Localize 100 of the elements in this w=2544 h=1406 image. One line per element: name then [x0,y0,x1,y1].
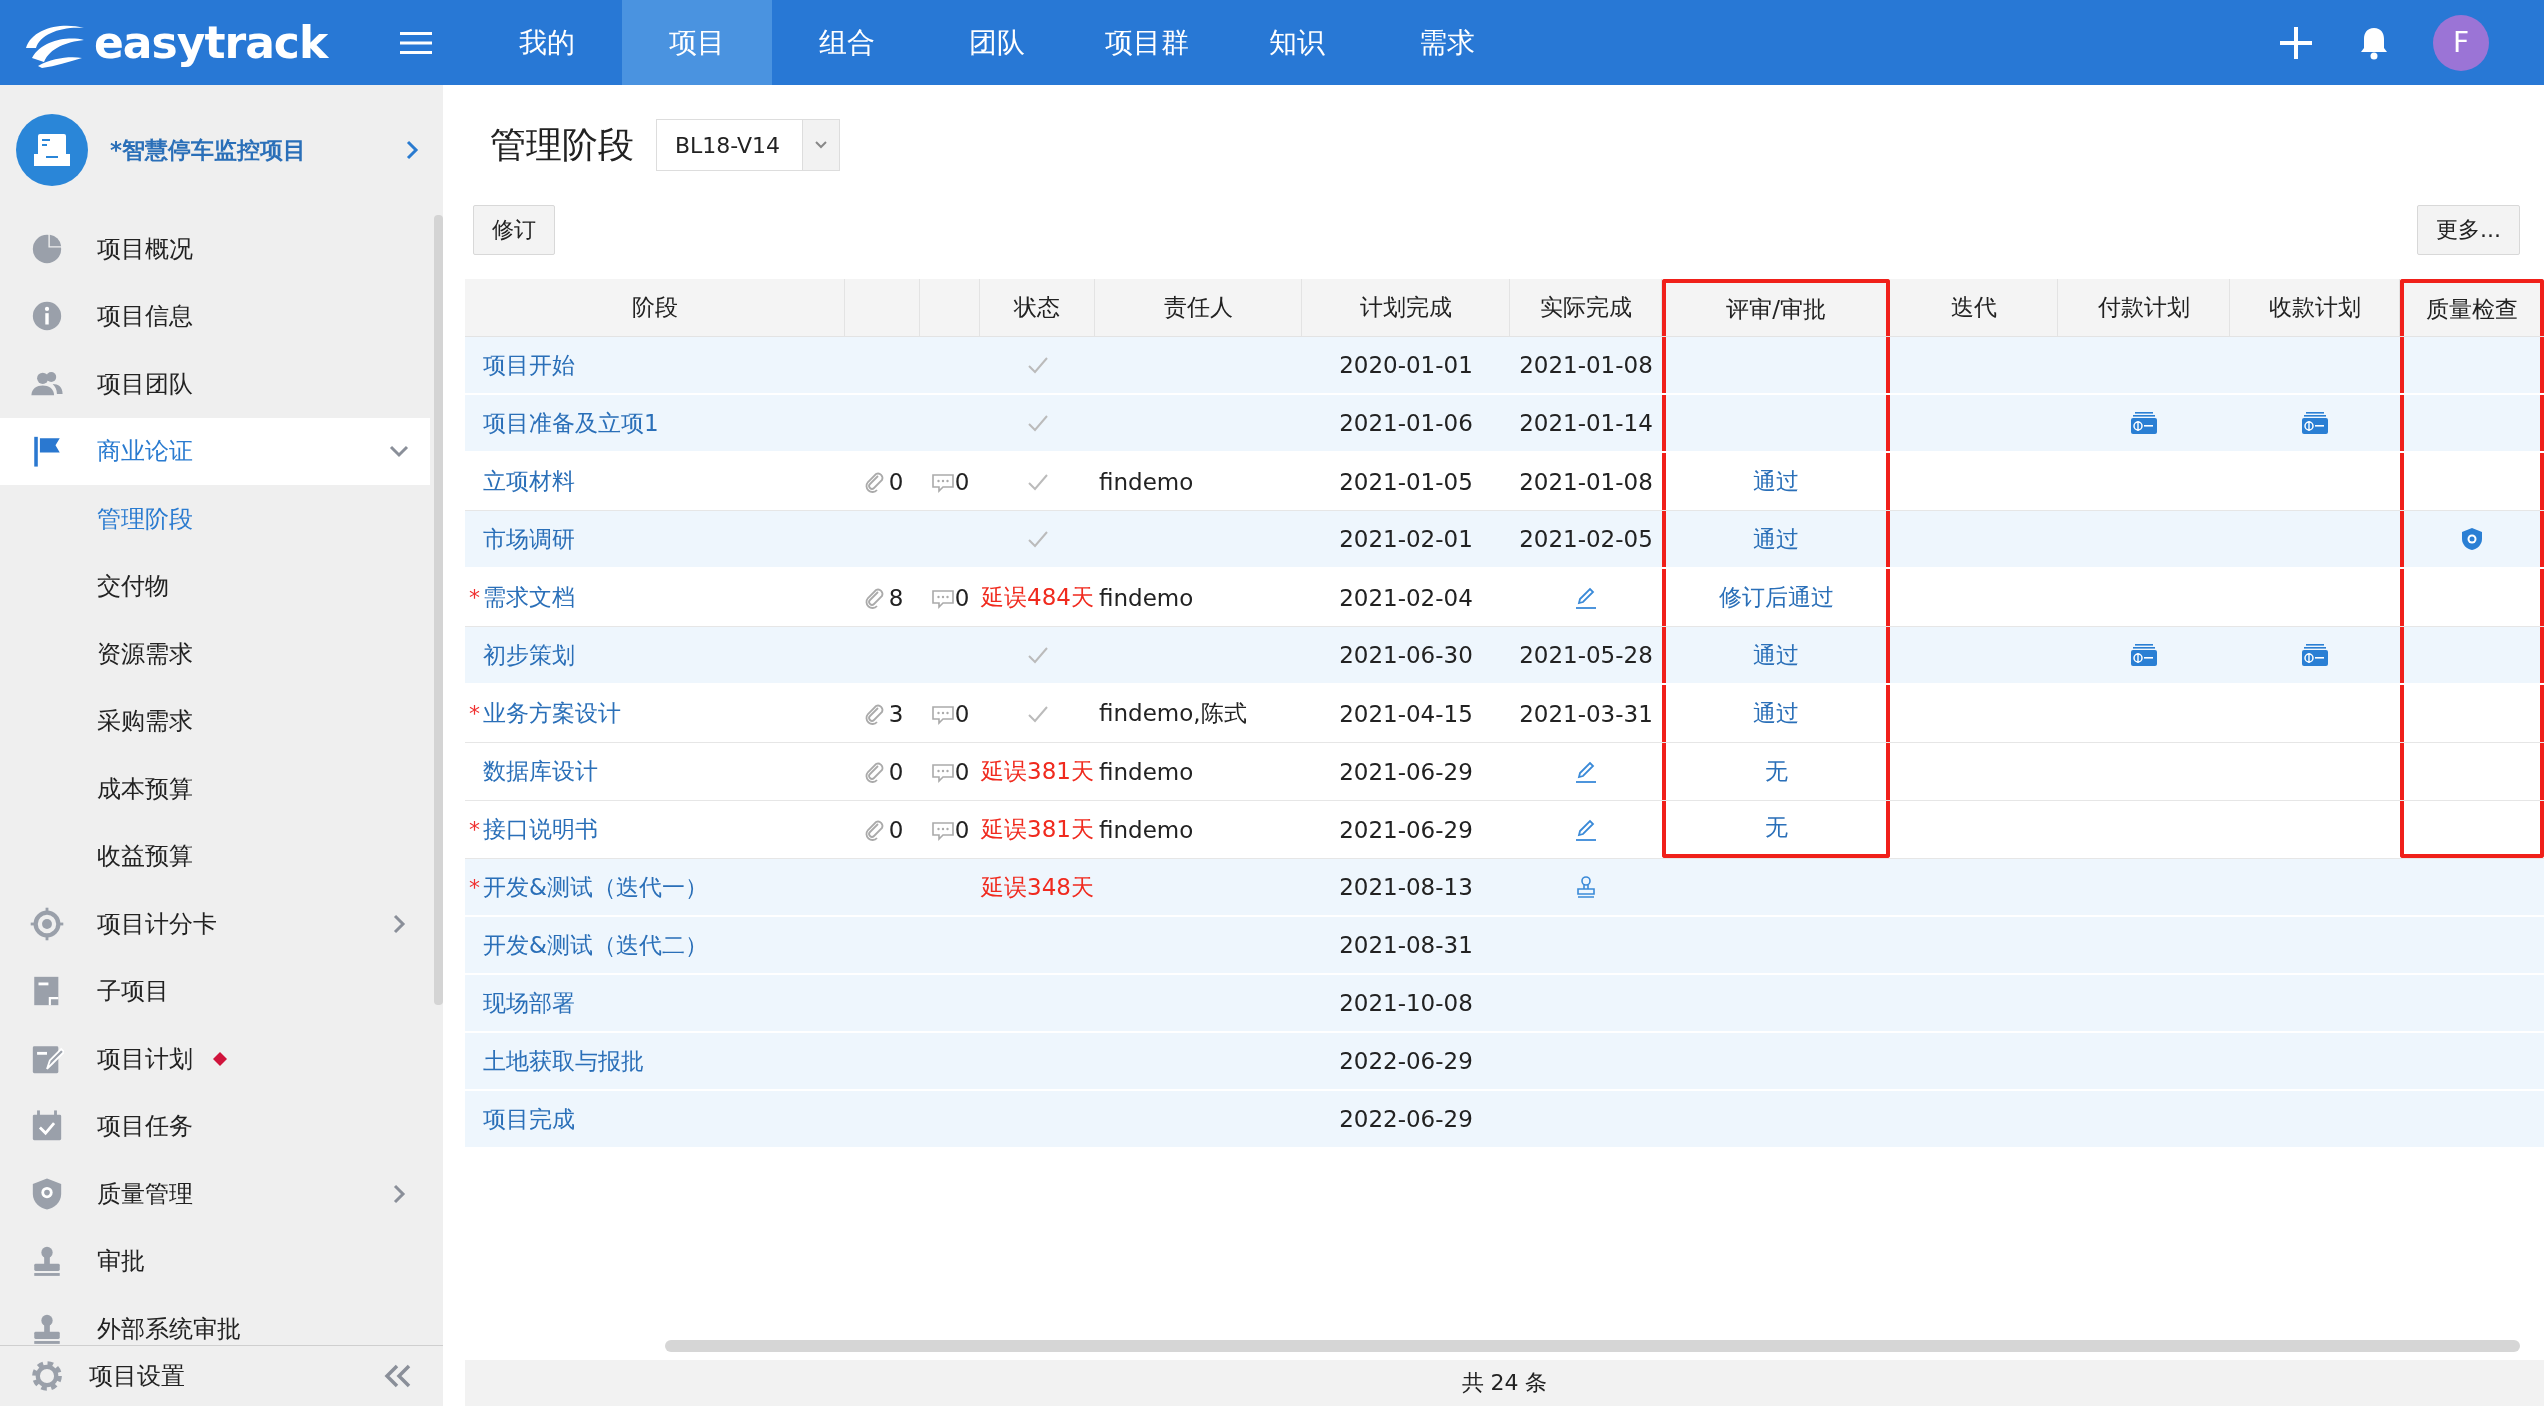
required-mark: * [469,874,481,900]
sidebar-item[interactable]: 项目团队 [0,350,430,418]
required-mark: * [469,701,481,726]
plan-date: 2021-01-06 [1339,410,1473,436]
column-header[interactable]: 阶段 [465,279,845,336]
nav-tab[interactable]: 知识 [1222,0,1372,85]
sidebar-subitem[interactable]: 收益预算 [0,822,430,890]
stage-link[interactable]: 数据库设计 [483,756,598,787]
toolbar-button[interactable]: 修订 [473,205,555,255]
comment-count: 0 [954,758,970,785]
column-header[interactable]: 状态 [980,279,1095,336]
plan-date: 2022-06-29 [1339,1048,1473,1074]
stage-link[interactable]: 市场调研 [483,523,575,555]
stage-link[interactable]: 开发&测试（迭代一） [483,871,708,903]
sidebar-item[interactable]: 子项目 [0,957,430,1025]
sidebar-item[interactable]: 外部系统审批 [0,1295,430,1345]
menu-icon[interactable] [400,29,432,56]
edit-icon[interactable] [1574,585,1598,610]
plan-date: 2021-02-04 [1339,584,1473,611]
sidebar-item[interactable]: 质量管理 [0,1160,430,1228]
stage-link[interactable]: 开发&测试（迭代二） [483,929,708,961]
review-result[interactable]: 无 [1764,812,1788,843]
review-result[interactable]: 通过 [1753,523,1799,555]
plan-date: 2021-08-13 [1339,874,1473,900]
project-name[interactable]: *智慧停车监控项目 [110,134,379,166]
scrollbar[interactable] [434,215,443,1005]
sidebar-item-icon [30,231,64,266]
stage-link[interactable]: 业务方案设计 [483,698,621,729]
owner: findemo [1099,468,1194,495]
actual-date: 2021-02-05 [1519,526,1653,552]
stage-link[interactable]: 项目开始 [483,349,575,381]
comment-count: 0 [954,816,970,843]
collapse-icon[interactable] [383,1363,413,1389]
column-header[interactable]: 收款计划 [2230,279,2400,336]
nav-tab[interactable]: 项目群 [1072,0,1222,85]
plan-date: 2021-04-15 [1339,700,1473,727]
user-avatar[interactable]: F [2433,14,2489,71]
sidebar-subitem[interactable]: 资源需求 [0,620,430,688]
delay-status: 延误484天 [981,583,1094,612]
column-header[interactable]: 计划完成 [1302,279,1510,336]
actual-date: 2021-01-08 [1519,352,1653,378]
sidebar-item[interactable]: 项目计分卡 [0,890,430,958]
stamp-icon[interactable] [1574,875,1598,899]
column-header[interactable]: 付款计划 [2058,279,2230,336]
stage-link[interactable]: 初步策划 [483,639,575,671]
column-header[interactable]: 实际完成 [1510,279,1662,336]
owner: findemo [1099,816,1194,843]
payment-plan-icon[interactable] [2131,412,2157,434]
sidebar-item[interactable]: 项目计划 [0,1025,430,1093]
settings-label[interactable]: 项目设置 [89,1360,185,1392]
edit-icon[interactable] [1574,817,1598,842]
required-mark: * [469,585,481,610]
plan-date: 2021-01-05 [1339,468,1473,495]
stage-link[interactable]: 项目准备及立项1 [483,407,659,439]
shield-icon[interactable] [2460,527,2484,551]
column-header[interactable]: 迭代 [1890,279,2058,336]
actual-date: 2021-01-14 [1519,410,1653,436]
review-result[interactable]: 修订后通过 [1718,582,1834,613]
plan-date: 2021-06-29 [1339,758,1473,785]
stage-link[interactable]: 接口说明书 [483,814,598,845]
sidebar-item[interactable]: 项目信息 [0,282,430,350]
toolbar-button[interactable]: 更多... [2417,205,2520,255]
actual-date: 2021-03-31 [1519,700,1653,727]
stage-link[interactable]: 立项材料 [483,466,575,497]
page-title: 管理阶段 [490,122,634,167]
sidebar-item[interactable]: 审批 [0,1227,430,1295]
sidebar-item[interactable]: 项目概况 [0,215,430,283]
nav-tab[interactable]: 我的 [472,0,622,85]
nav-tab[interactable]: 团队 [922,0,1072,85]
receipt-plan-icon[interactable] [2302,412,2328,434]
nav-tab[interactable]: 项目 [622,0,772,85]
stage-link[interactable]: 现场部署 [483,987,575,1019]
plan-date: 2020-01-01 [1339,352,1473,378]
review-result[interactable]: 通过 [1753,698,1799,729]
sidebar-item[interactable]: 项目任务 [0,1092,430,1160]
review-result[interactable]: 通过 [1753,639,1799,671]
sidebar-item[interactable]: 商业论证 [0,417,430,485]
sidebar-subitem[interactable]: 成本预算 [0,755,430,823]
stage-link[interactable]: 项目完成 [483,1103,575,1135]
sidebar-subitem[interactable]: 交付物 [0,552,430,620]
comment-count: 0 [954,468,970,495]
nav-tab[interactable]: 组合 [772,0,922,85]
payment-plan-icon[interactable] [2131,644,2157,666]
column-header[interactable]: 责任人 [1095,279,1302,336]
review-result[interactable]: 通过 [1753,466,1799,497]
review-result[interactable]: 无 [1764,756,1788,787]
attachment-count: 3 [888,700,904,727]
comment-count: 0 [954,584,970,611]
nav-tab[interactable]: 需求 [1372,0,1522,85]
sidebar-subitem[interactable]: 采购需求 [0,687,430,755]
receipt-plan-icon[interactable] [2302,644,2328,666]
edit-icon[interactable] [1574,759,1598,784]
sidebar-item-icon [30,1176,64,1211]
stage-link[interactable]: 土地获取与报批 [483,1045,644,1077]
stage-link[interactable]: 需求文档 [483,582,575,613]
scrollbar[interactable] [665,1340,2520,1352]
version-select[interactable]: BL18-V14 [656,119,841,171]
sidebar-subitem[interactable]: 管理阶段 [0,485,430,553]
plan-date: 2021-06-30 [1339,642,1473,668]
attachment-count: 8 [888,584,904,611]
